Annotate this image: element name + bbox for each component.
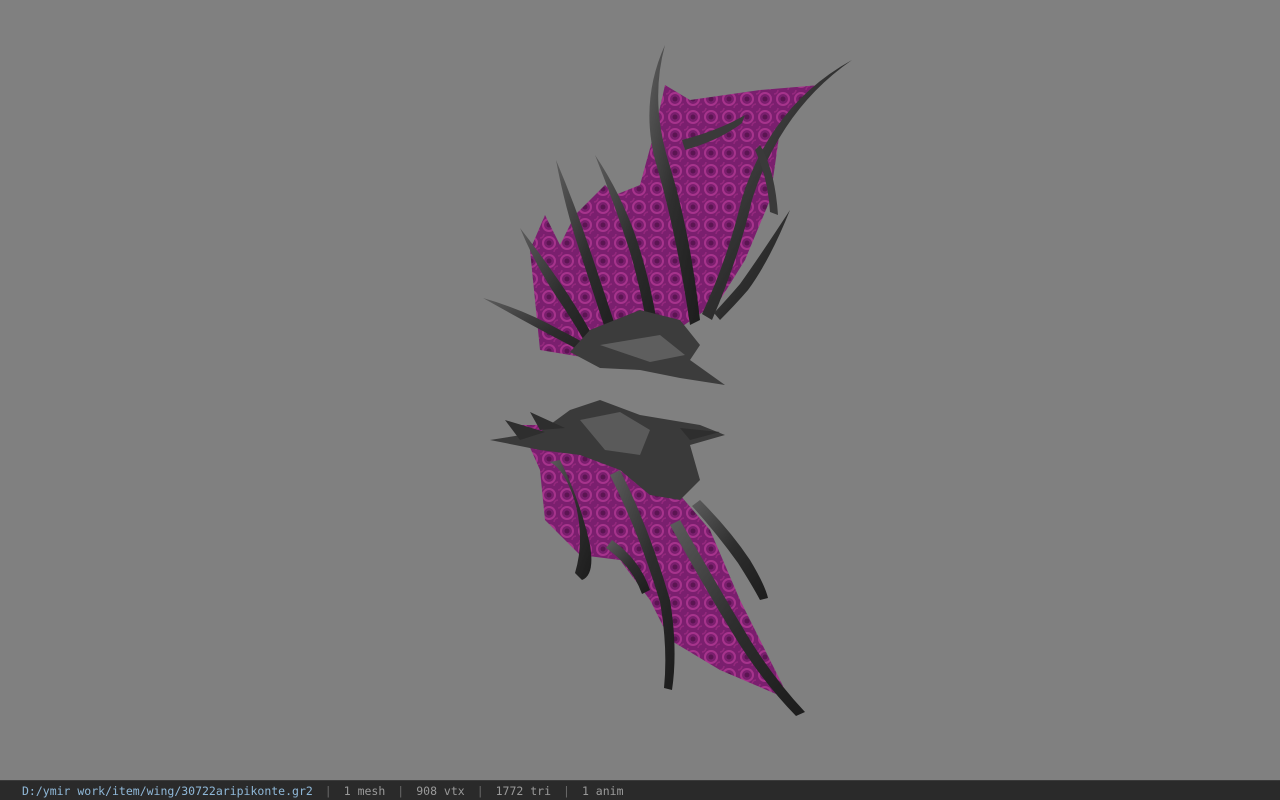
status-separator: | <box>476 783 484 798</box>
upper-wing <box>483 45 852 385</box>
file-path-label: D:/ymir work/item/wing/30722aripikonte.g… <box>22 783 313 798</box>
status-bar: D:/ymir work/item/wing/30722aripikonte.g… <box>0 780 1280 800</box>
status-separator: | <box>397 783 405 798</box>
mesh-count-label: 1 mesh <box>343 783 386 798</box>
vertex-count-label: 908 vtx <box>416 783 465 798</box>
lower-wing <box>490 400 805 716</box>
status-separator: | <box>563 783 570 798</box>
wing-model-render <box>483 45 852 716</box>
animation-count-label: 1 anim <box>581 783 624 798</box>
triangle-count-label: 1772 tri <box>495 783 552 798</box>
status-separator: | <box>324 783 332 798</box>
3d-viewport[interactable] <box>0 0 1280 780</box>
